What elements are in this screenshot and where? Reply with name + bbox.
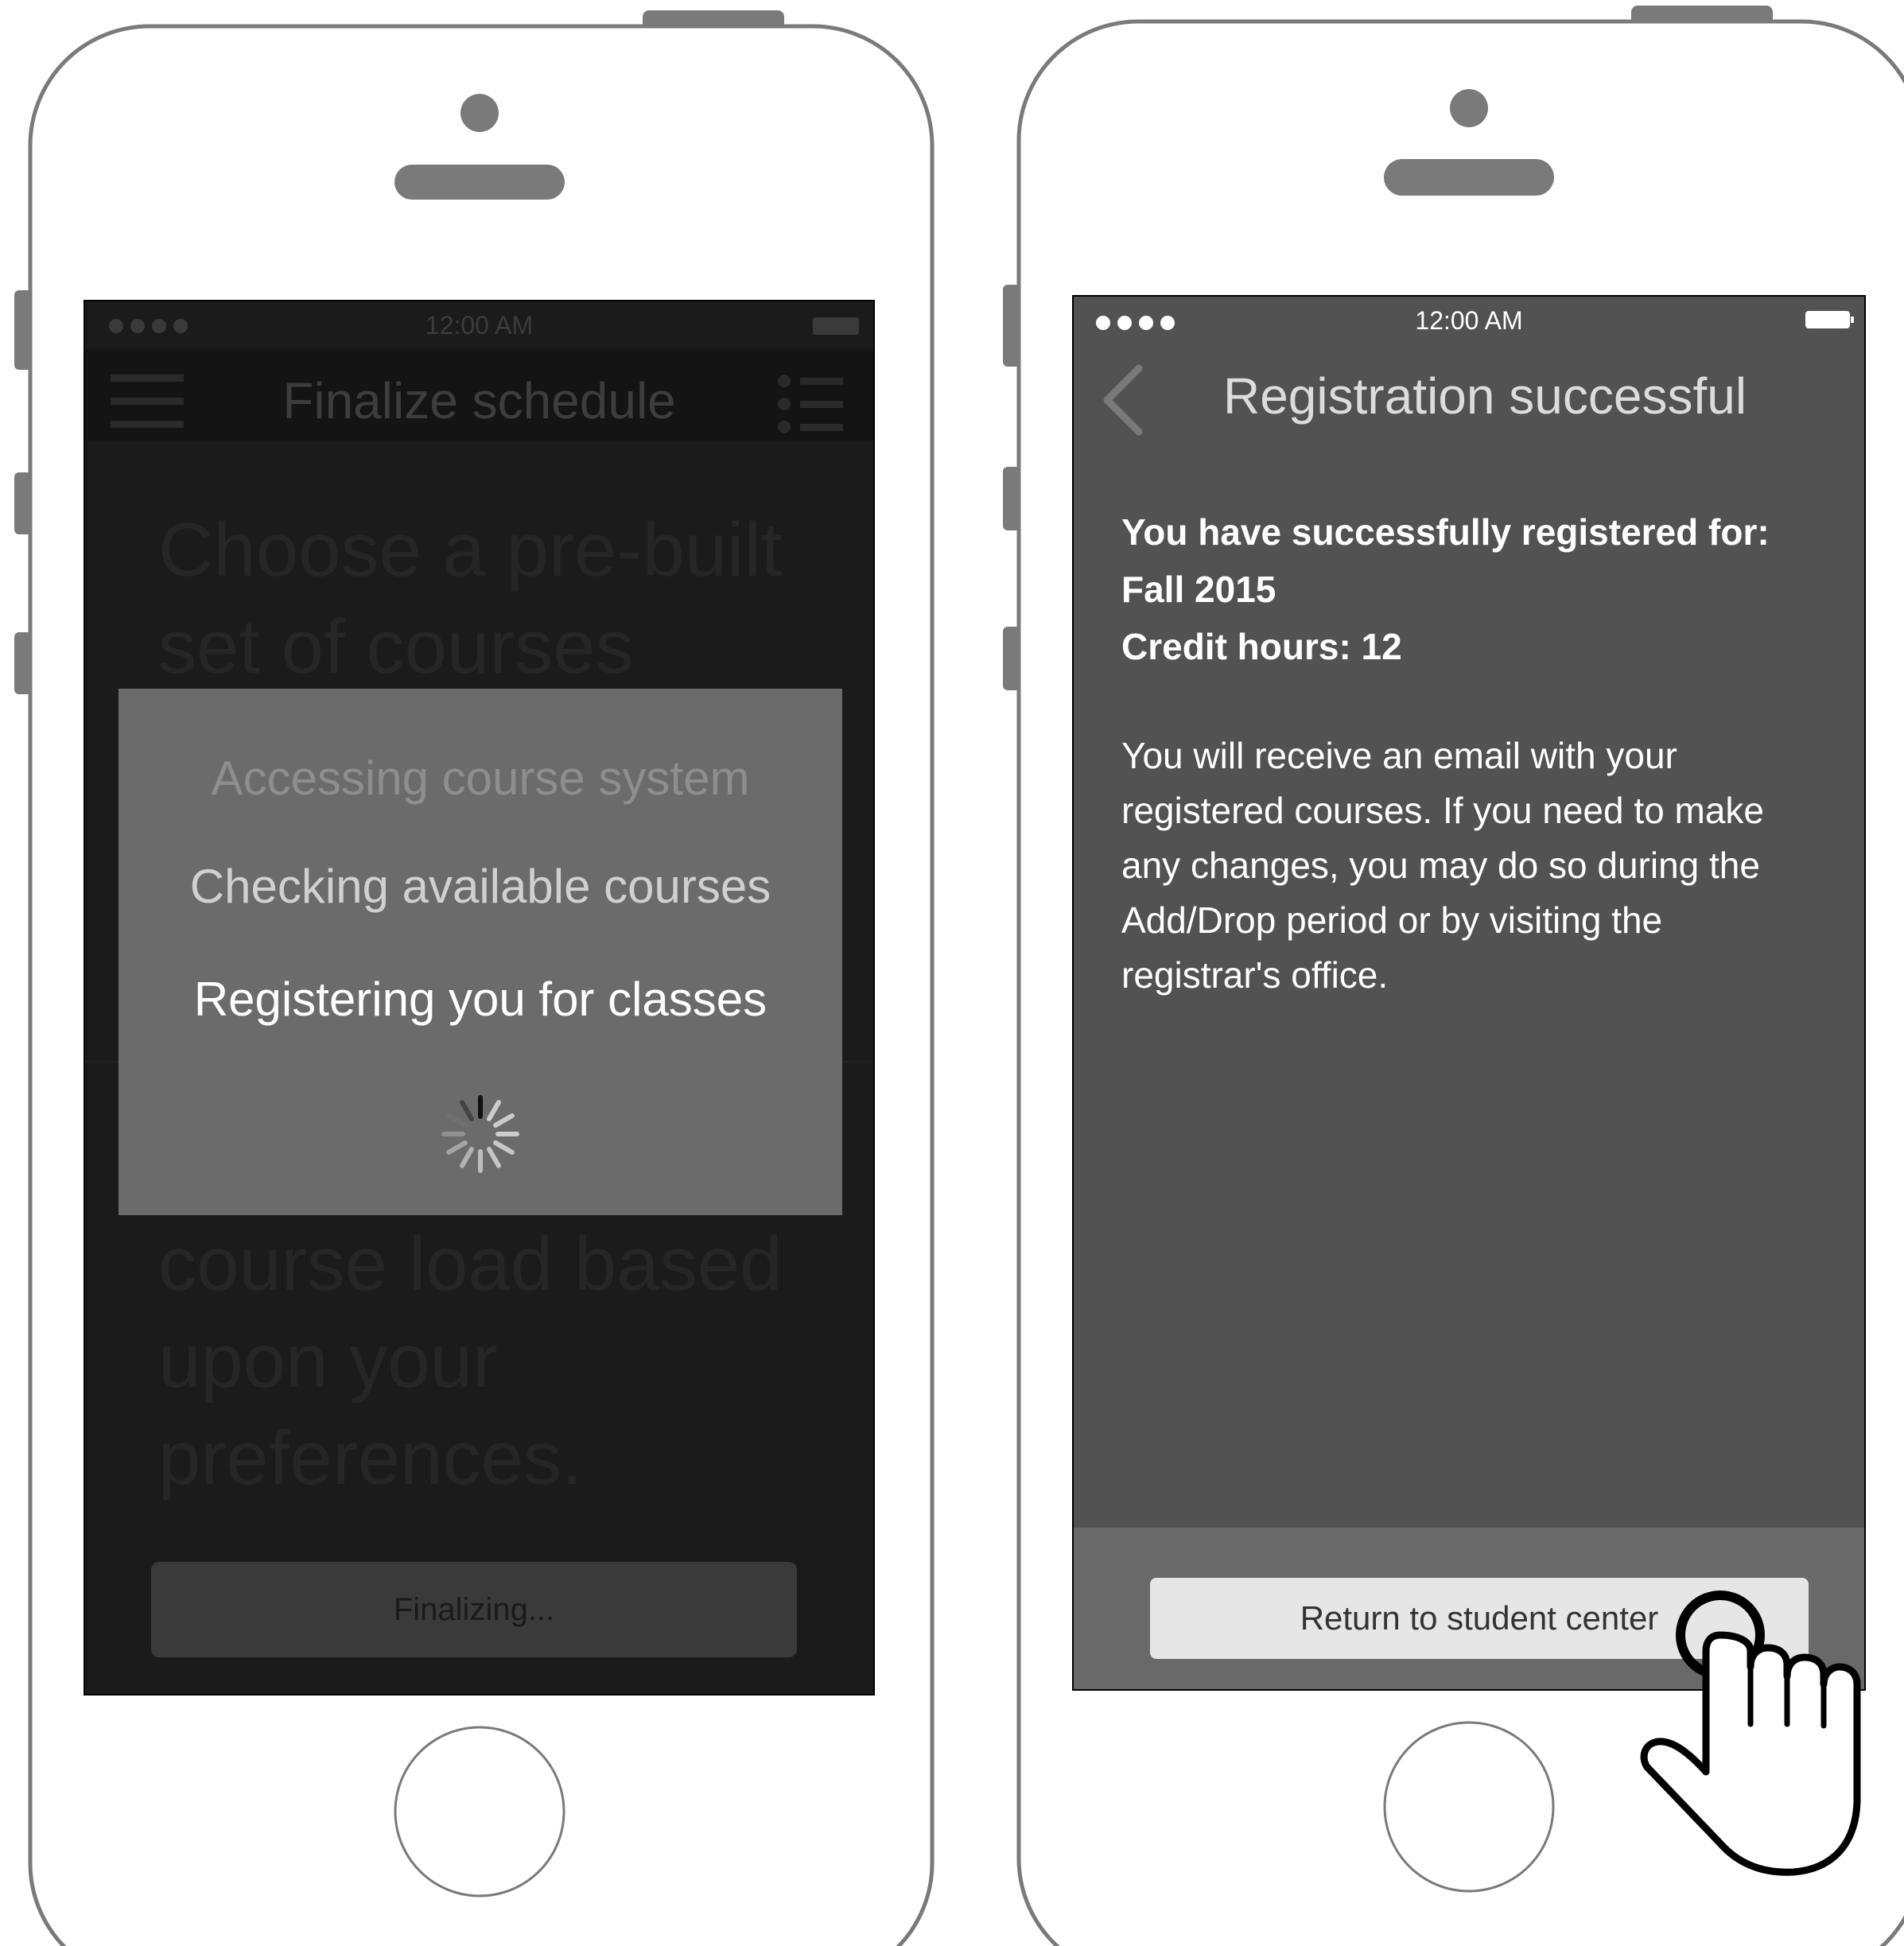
battery-icon [813,317,859,335]
credit-hours: Credit hours: 12 [1121,626,1402,667]
tap-hand-icon [1640,1591,1861,1876]
left-camera [460,94,499,132]
right-home-button[interactable] [1383,1721,1555,1893]
option-text-preferences: course load based upon your preferences. [158,1222,783,1501]
loading-spinner-icon [441,1095,519,1173]
right-camera [1450,89,1488,127]
left-home-button[interactable] [394,1726,565,1897]
option-text-prebuilt: Choose a pre-built set of courses [158,507,783,689]
confirmation-message: You will receive an email with your regi… [1121,735,1764,996]
right-speaker [1384,159,1554,196]
left-screen: 12:00 AM Finalize schedule Choose a pre-… [84,300,875,1695]
step-accessing: Accessing course system [211,752,750,805]
status-time: 12:00 AM [1415,306,1523,335]
step-registering: Registering you for classes [193,973,767,1026]
nav-title: Registration successful [1222,367,1747,425]
nav-bar: Finalize schedule [85,349,873,441]
registration-summary: You have successfully registered for: Fa… [1121,503,1770,675]
step-checking: Checking available courses [189,860,771,913]
status-time: 12:00 AM [425,311,534,340]
battery-icon [1805,311,1854,328]
summary-heading: You have successfully registered for: [1121,511,1770,553]
status-bar: 12:00 AM [85,301,873,349]
right-screen: 12:00 AM Registration successful You hav… [1072,295,1866,1691]
progress-overlay: Accessing course system Checking availab… [119,689,842,1215]
term-label: Fall 2015 [1121,569,1276,610]
finalizing-button[interactable]: Finalizing... [151,1562,797,1657]
nav-title: Finalize schedule [282,372,676,429]
left-speaker [394,165,565,200]
list-icon[interactable] [778,375,843,444]
